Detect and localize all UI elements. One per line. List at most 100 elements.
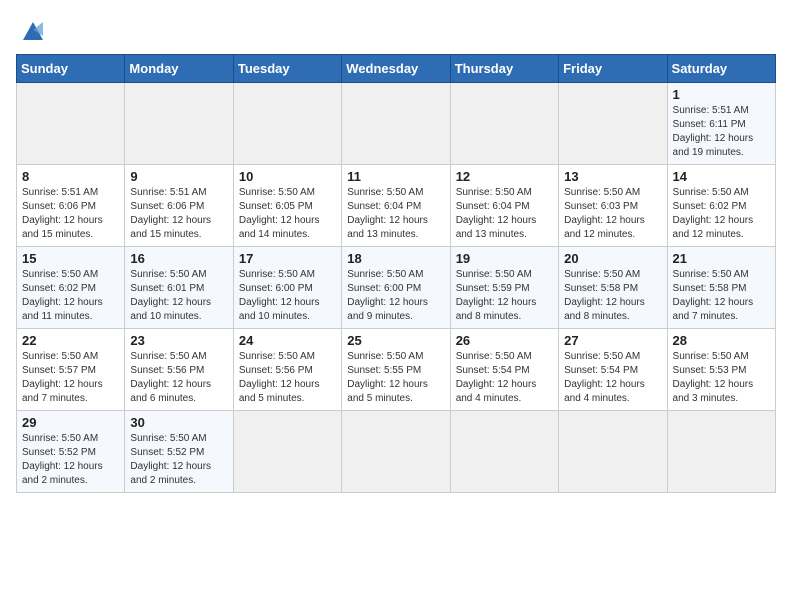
calendar-cell bbox=[450, 83, 558, 165]
day-number: 1 bbox=[673, 87, 770, 102]
logo bbox=[16, 16, 47, 44]
calendar-cell bbox=[342, 83, 450, 165]
day-info: Sunrise: 5:50 AMSunset: 5:52 PMDaylight:… bbox=[22, 432, 119, 488]
calendar-cell: 22 Sunrise: 5:50 AMSunset: 5:57 PMDayligh… bbox=[17, 329, 125, 411]
day-number: 22 bbox=[22, 333, 119, 348]
day-info: Sunrise: 5:50 AMSunset: 5:58 PMDaylight:… bbox=[673, 268, 770, 324]
col-header-sunday: Sunday bbox=[17, 55, 125, 83]
calendar-cell: 23 Sunrise: 5:50 AMSunset: 5:56 PMDayligh… bbox=[125, 329, 233, 411]
calendar-cell: 16 Sunrise: 5:50 AMSunset: 6:01 PMDayligh… bbox=[125, 247, 233, 329]
calendar-cell: 28 Sunrise: 5:50 AMSunset: 5:53 PMDayligh… bbox=[667, 329, 775, 411]
calendar-cell bbox=[450, 411, 558, 493]
col-header-saturday: Saturday bbox=[667, 55, 775, 83]
day-info: Sunrise: 5:51 AMSunset: 6:06 PMDaylight:… bbox=[130, 186, 227, 242]
day-info: Sunrise: 5:50 AMSunset: 6:02 PMDaylight:… bbox=[673, 186, 770, 242]
day-number: 11 bbox=[347, 169, 444, 184]
calendar-cell: 13 Sunrise: 5:50 AMSunset: 6:03 PMDayligh… bbox=[559, 165, 667, 247]
day-number: 19 bbox=[456, 251, 553, 266]
day-info: Sunrise: 5:50 AMSunset: 6:00 PMDaylight:… bbox=[239, 268, 336, 324]
calendar-table: SundayMondayTuesdayWednesdayThursdayFrid… bbox=[16, 54, 776, 493]
calendar-cell: 1 Sunrise: 5:51 AMSunset: 6:11 PMDaylight… bbox=[667, 83, 775, 165]
day-number: 21 bbox=[673, 251, 770, 266]
calendar-cell: 20 Sunrise: 5:50 AMSunset: 5:58 PMDayligh… bbox=[559, 247, 667, 329]
calendar-cell: 27 Sunrise: 5:50 AMSunset: 5:54 PMDayligh… bbox=[559, 329, 667, 411]
day-number: 27 bbox=[564, 333, 661, 348]
day-number: 10 bbox=[239, 169, 336, 184]
day-info: Sunrise: 5:50 AMSunset: 5:56 PMDaylight:… bbox=[239, 350, 336, 406]
day-info: Sunrise: 5:50 AMSunset: 5:53 PMDaylight:… bbox=[673, 350, 770, 406]
day-number: 28 bbox=[673, 333, 770, 348]
calendar-cell bbox=[559, 83, 667, 165]
calendar-cell: 14 Sunrise: 5:50 AMSunset: 6:02 PMDayligh… bbox=[667, 165, 775, 247]
calendar-cell: 8 Sunrise: 5:51 AMSunset: 6:06 PMDaylight… bbox=[17, 165, 125, 247]
col-header-tuesday: Tuesday bbox=[233, 55, 341, 83]
day-info: Sunrise: 5:50 AMSunset: 6:05 PMDaylight:… bbox=[239, 186, 336, 242]
day-number: 8 bbox=[22, 169, 119, 184]
calendar-cell: 21 Sunrise: 5:50 AMSunset: 5:58 PMDayligh… bbox=[667, 247, 775, 329]
calendar-cell bbox=[342, 411, 450, 493]
day-info: Sunrise: 5:50 AMSunset: 6:00 PMDaylight:… bbox=[347, 268, 444, 324]
day-info: Sunrise: 5:50 AMSunset: 5:52 PMDaylight:… bbox=[130, 432, 227, 488]
calendar-cell: 17 Sunrise: 5:50 AMSunset: 6:00 PMDayligh… bbox=[233, 247, 341, 329]
day-info: Sunrise: 5:50 AMSunset: 5:58 PMDaylight:… bbox=[564, 268, 661, 324]
day-info: Sunrise: 5:50 AMSunset: 5:55 PMDaylight:… bbox=[347, 350, 444, 406]
day-info: Sunrise: 5:51 AMSunset: 6:11 PMDaylight:… bbox=[673, 104, 770, 160]
day-info: Sunrise: 5:50 AMSunset: 5:54 PMDaylight:… bbox=[564, 350, 661, 406]
calendar-cell: 18 Sunrise: 5:50 AMSunset: 6:00 PMDayligh… bbox=[342, 247, 450, 329]
col-header-monday: Monday bbox=[125, 55, 233, 83]
day-info: Sunrise: 5:50 AMSunset: 5:57 PMDaylight:… bbox=[22, 350, 119, 406]
calendar-header-row: SundayMondayTuesdayWednesdayThursdayFrid… bbox=[17, 55, 776, 83]
day-number: 12 bbox=[456, 169, 553, 184]
week-row: 8 Sunrise: 5:51 AMSunset: 6:06 PMDaylight… bbox=[17, 165, 776, 247]
calendar-cell: 25 Sunrise: 5:50 AMSunset: 5:55 PMDayligh… bbox=[342, 329, 450, 411]
week-row: 29 Sunrise: 5:50 AMSunset: 5:52 PMDayligh… bbox=[17, 411, 776, 493]
day-info: Sunrise: 5:50 AMSunset: 5:54 PMDaylight:… bbox=[456, 350, 553, 406]
calendar-cell bbox=[559, 411, 667, 493]
page-header bbox=[16, 16, 776, 44]
day-number: 16 bbox=[130, 251, 227, 266]
day-number: 24 bbox=[239, 333, 336, 348]
calendar-cell: 10 Sunrise: 5:50 AMSunset: 6:05 PMDayligh… bbox=[233, 165, 341, 247]
calendar-cell: 12 Sunrise: 5:50 AMSunset: 6:04 PMDayligh… bbox=[450, 165, 558, 247]
calendar-cell bbox=[17, 83, 125, 165]
calendar-cell bbox=[667, 411, 775, 493]
day-number: 17 bbox=[239, 251, 336, 266]
calendar-cell: 24 Sunrise: 5:50 AMSunset: 5:56 PMDayligh… bbox=[233, 329, 341, 411]
week-row: 1 Sunrise: 5:51 AMSunset: 6:11 PMDaylight… bbox=[17, 83, 776, 165]
calendar-cell: 15 Sunrise: 5:50 AMSunset: 6:02 PMDayligh… bbox=[17, 247, 125, 329]
day-number: 25 bbox=[347, 333, 444, 348]
day-number: 26 bbox=[456, 333, 553, 348]
calendar-cell: 19 Sunrise: 5:50 AMSunset: 5:59 PMDayligh… bbox=[450, 247, 558, 329]
col-header-wednesday: Wednesday bbox=[342, 55, 450, 83]
logo-icon bbox=[19, 16, 47, 44]
week-row: 15 Sunrise: 5:50 AMSunset: 6:02 PMDayligh… bbox=[17, 247, 776, 329]
col-header-friday: Friday bbox=[559, 55, 667, 83]
day-number: 29 bbox=[22, 415, 119, 430]
day-info: Sunrise: 5:50 AMSunset: 6:04 PMDaylight:… bbox=[456, 186, 553, 242]
day-number: 14 bbox=[673, 169, 770, 184]
day-number: 30 bbox=[130, 415, 227, 430]
calendar-cell: 11 Sunrise: 5:50 AMSunset: 6:04 PMDayligh… bbox=[342, 165, 450, 247]
day-number: 23 bbox=[130, 333, 227, 348]
calendar-cell bbox=[233, 83, 341, 165]
col-header-thursday: Thursday bbox=[450, 55, 558, 83]
day-info: Sunrise: 5:51 AMSunset: 6:06 PMDaylight:… bbox=[22, 186, 119, 242]
day-info: Sunrise: 5:50 AMSunset: 6:03 PMDaylight:… bbox=[564, 186, 661, 242]
calendar-cell: 30 Sunrise: 5:50 AMSunset: 5:52 PMDayligh… bbox=[125, 411, 233, 493]
calendar-cell: 29 Sunrise: 5:50 AMSunset: 5:52 PMDayligh… bbox=[17, 411, 125, 493]
day-info: Sunrise: 5:50 AMSunset: 6:01 PMDaylight:… bbox=[130, 268, 227, 324]
day-number: 15 bbox=[22, 251, 119, 266]
calendar-cell: 26 Sunrise: 5:50 AMSunset: 5:54 PMDayligh… bbox=[450, 329, 558, 411]
calendar-cell bbox=[125, 83, 233, 165]
week-row: 22 Sunrise: 5:50 AMSunset: 5:57 PMDayligh… bbox=[17, 329, 776, 411]
day-info: Sunrise: 5:50 AMSunset: 6:02 PMDaylight:… bbox=[22, 268, 119, 324]
day-number: 9 bbox=[130, 169, 227, 184]
calendar-cell: 9 Sunrise: 5:51 AMSunset: 6:06 PMDaylight… bbox=[125, 165, 233, 247]
day-number: 20 bbox=[564, 251, 661, 266]
day-number: 13 bbox=[564, 169, 661, 184]
calendar-cell bbox=[233, 411, 341, 493]
day-info: Sunrise: 5:50 AMSunset: 6:04 PMDaylight:… bbox=[347, 186, 444, 242]
day-info: Sunrise: 5:50 AMSunset: 5:59 PMDaylight:… bbox=[456, 268, 553, 324]
day-number: 18 bbox=[347, 251, 444, 266]
day-info: Sunrise: 5:50 AMSunset: 5:56 PMDaylight:… bbox=[130, 350, 227, 406]
